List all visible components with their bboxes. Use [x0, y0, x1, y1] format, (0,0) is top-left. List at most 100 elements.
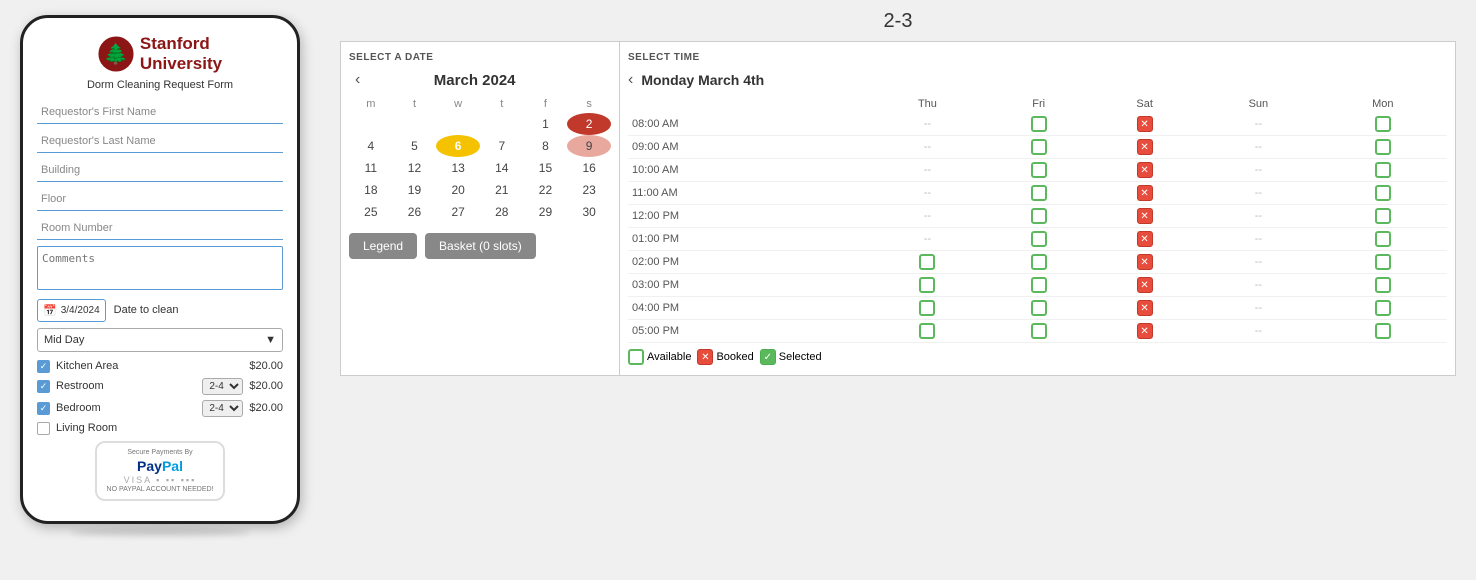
time-cell-mon[interactable]	[1319, 251, 1447, 274]
available-checkbox[interactable]	[1031, 185, 1047, 201]
calendar-day[interactable]: 18	[349, 179, 393, 201]
time-cell-mon[interactable]	[1319, 274, 1447, 297]
checkbox-input[interactable]	[37, 402, 50, 415]
time-cell-mon[interactable]	[1319, 320, 1447, 343]
calendar-day[interactable]: 27	[436, 201, 480, 223]
time-cell-sat[interactable]	[1091, 297, 1198, 320]
date-input[interactable]: 📅 3/4/2024	[37, 299, 106, 322]
available-checkbox[interactable]	[919, 323, 935, 339]
calendar-day[interactable]: 12	[393, 157, 437, 179]
calendar-day[interactable]: 21	[480, 179, 524, 201]
time-cell-mon[interactable]	[1319, 113, 1447, 136]
available-checkbox[interactable]	[1031, 254, 1047, 270]
time-cell-sat[interactable]	[1091, 274, 1198, 297]
basket-button[interactable]: Basket (0 slots)	[425, 233, 536, 259]
available-checkbox[interactable]	[919, 300, 935, 316]
checkbox-input[interactable]	[37, 380, 50, 393]
calendar-day[interactable]: 7	[480, 135, 524, 157]
available-checkbox[interactable]	[1375, 208, 1391, 224]
time-cell-fri[interactable]	[986, 251, 1091, 274]
calendar-day[interactable]: 2	[567, 113, 611, 135]
time-cell-sat[interactable]	[1091, 320, 1198, 343]
available-checkbox[interactable]	[1031, 116, 1047, 132]
comments-input[interactable]	[37, 246, 283, 290]
time-cell-sat[interactable]	[1091, 113, 1198, 136]
calendar-day[interactable]: 6	[436, 135, 480, 157]
time-cell-sat[interactable]	[1091, 228, 1198, 251]
last-name-input[interactable]	[37, 130, 283, 153]
calendar-day[interactable]: 20	[436, 179, 480, 201]
available-checkbox[interactable]	[1031, 162, 1047, 178]
checkbox-select[interactable]: 2-41234	[202, 378, 243, 395]
calendar-day[interactable]: 29	[524, 201, 568, 223]
available-checkbox[interactable]	[1375, 300, 1391, 316]
calendar-prev-button[interactable]: ‹	[349, 71, 366, 89]
available-checkbox[interactable]	[1031, 139, 1047, 155]
time-cell-mon[interactable]	[1319, 159, 1447, 182]
calendar-day[interactable]: 13	[436, 157, 480, 179]
time-cell-fri[interactable]	[986, 274, 1091, 297]
checkbox-input[interactable]	[37, 360, 50, 373]
calendar-day[interactable]: 25	[349, 201, 393, 223]
time-cell-mon[interactable]	[1319, 205, 1447, 228]
legend-button[interactable]: Legend	[349, 233, 417, 259]
available-checkbox[interactable]	[1031, 300, 1047, 316]
calendar-day[interactable]: 9	[567, 135, 611, 157]
time-cell-fri[interactable]	[986, 228, 1091, 251]
available-checkbox[interactable]	[1375, 139, 1391, 155]
calendar-day[interactable]: 19	[393, 179, 437, 201]
room-number-input[interactable]	[37, 217, 283, 240]
time-cell-fri[interactable]	[986, 205, 1091, 228]
time-prev-button[interactable]: ‹	[628, 71, 633, 89]
available-checkbox[interactable]	[919, 254, 935, 270]
time-cell-mon[interactable]	[1319, 297, 1447, 320]
time-cell-fri[interactable]	[986, 136, 1091, 159]
calendar-day[interactable]: 15	[524, 157, 568, 179]
calendar-day[interactable]: 26	[393, 201, 437, 223]
calendar-day[interactable]: 28	[480, 201, 524, 223]
available-checkbox[interactable]	[1031, 323, 1047, 339]
checkbox-select[interactable]: 2-41234	[202, 400, 243, 417]
building-input[interactable]	[37, 159, 283, 182]
calendar-day[interactable]: 16	[567, 157, 611, 179]
time-cell-sat[interactable]	[1091, 182, 1198, 205]
available-checkbox[interactable]	[1375, 254, 1391, 270]
time-cell-mon[interactable]	[1319, 136, 1447, 159]
calendar-day[interactable]: 8	[524, 135, 568, 157]
first-name-input[interactable]	[37, 101, 283, 124]
available-checkbox[interactable]	[1375, 277, 1391, 293]
time-cell-thu[interactable]	[869, 297, 987, 320]
calendar-day[interactable]: 22	[524, 179, 568, 201]
checkbox-input[interactable]	[37, 422, 50, 435]
calendar-day[interactable]: 5	[393, 135, 437, 157]
floor-input[interactable]	[37, 188, 283, 211]
time-cell-sat[interactable]	[1091, 136, 1198, 159]
time-cell-fri[interactable]	[986, 320, 1091, 343]
time-cell-fri[interactable]	[986, 113, 1091, 136]
time-dropdown[interactable]: Mid Day ▼	[37, 328, 283, 352]
available-checkbox[interactable]	[1031, 277, 1047, 293]
time-cell-thu[interactable]	[869, 251, 987, 274]
time-cell-mon[interactable]	[1319, 182, 1447, 205]
available-checkbox[interactable]	[1375, 323, 1391, 339]
available-checkbox[interactable]	[919, 277, 935, 293]
calendar-day[interactable]: 4	[349, 135, 393, 157]
time-cell-mon[interactable]	[1319, 228, 1447, 251]
available-checkbox[interactable]	[1375, 231, 1391, 247]
time-cell-sat[interactable]	[1091, 159, 1198, 182]
calendar-day[interactable]: 14	[480, 157, 524, 179]
calendar-day[interactable]: 11	[349, 157, 393, 179]
time-cell-fri[interactable]	[986, 182, 1091, 205]
time-cell-fri[interactable]	[986, 159, 1091, 182]
time-cell-sat[interactable]	[1091, 205, 1198, 228]
available-checkbox[interactable]	[1375, 185, 1391, 201]
available-checkbox[interactable]	[1375, 116, 1391, 132]
available-checkbox[interactable]	[1031, 231, 1047, 247]
time-cell-thu[interactable]	[869, 274, 987, 297]
time-cell-thu[interactable]	[869, 320, 987, 343]
available-checkbox[interactable]	[1375, 162, 1391, 178]
calendar-day[interactable]: 1	[524, 113, 568, 135]
calendar-day[interactable]: 30	[567, 201, 611, 223]
available-checkbox[interactable]	[1031, 208, 1047, 224]
calendar-day[interactable]: 23	[567, 179, 611, 201]
